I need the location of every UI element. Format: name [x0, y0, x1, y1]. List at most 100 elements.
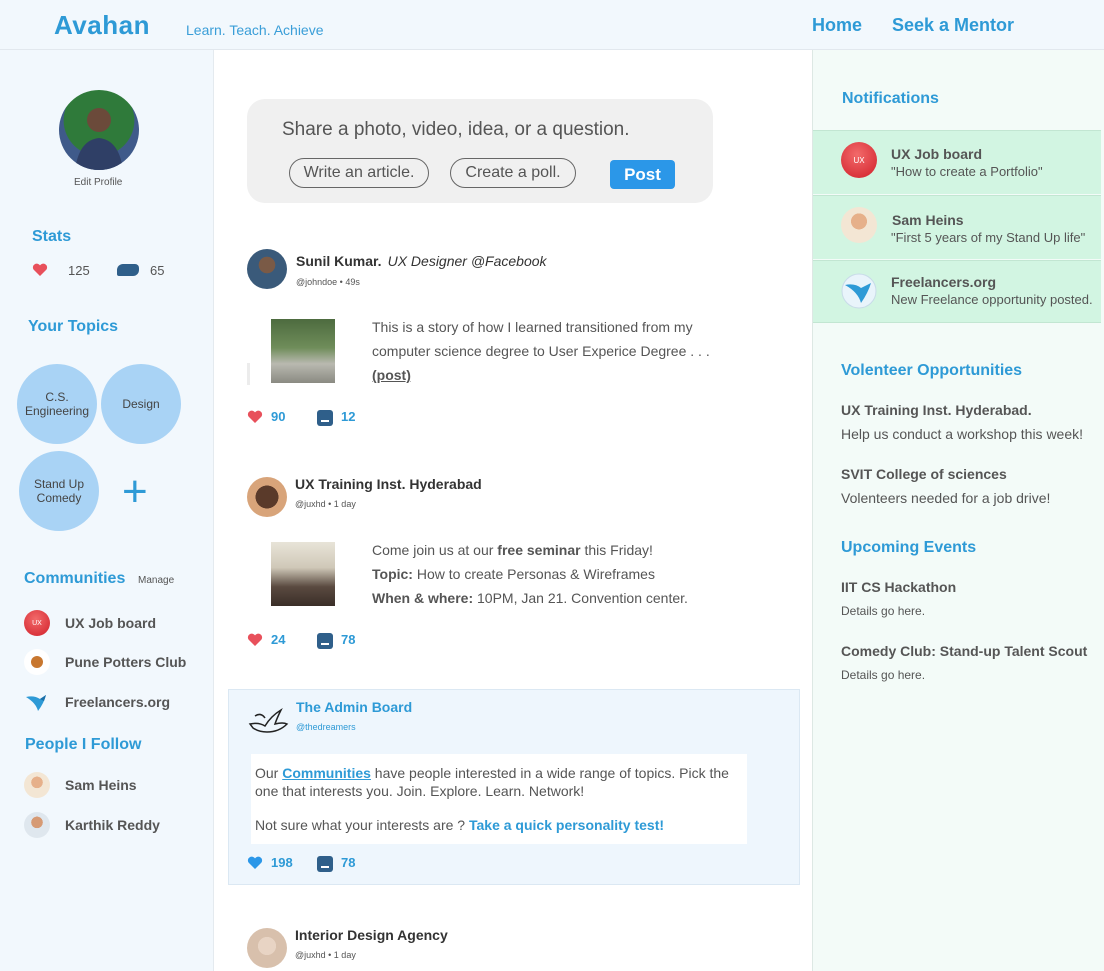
- heart-icon[interactable]: [247, 856, 263, 870]
- ux-logo-icon: UX: [841, 142, 877, 178]
- brand-logo[interactable]: Avahan: [54, 10, 150, 41]
- quote-bar: [247, 363, 250, 385]
- notification-title: Sam Heins: [892, 212, 964, 228]
- topic-label: Stand Up Comedy: [33, 477, 85, 505]
- community-item-pune-potters-club[interactable]: Pune Potters Club: [24, 648, 186, 676]
- followed-person-sam-heins[interactable]: Sam Heins: [24, 771, 137, 799]
- when-label: When & where:: [372, 590, 474, 606]
- post-button[interactable]: Post: [610, 160, 675, 189]
- heart-icon[interactable]: [247, 410, 263, 424]
- post-text-bold: free seminar: [497, 542, 581, 558]
- topic-label: Design: [122, 397, 160, 411]
- message-text: Not sure what your interests are ?: [255, 817, 469, 833]
- heart-icon[interactable]: [247, 633, 263, 647]
- topic-bubble-design[interactable]: Design: [101, 364, 181, 444]
- person-label: Karthik Reddy: [65, 817, 160, 833]
- write-article-button[interactable]: Write an article.: [289, 158, 429, 188]
- community-label: UX Job board: [65, 615, 157, 631]
- like-count: 24: [271, 632, 286, 647]
- community-item-freelancers-org[interactable]: Freelancers.org: [24, 688, 170, 716]
- notification-subtitle: "First 5 years of my Stand Up life": [891, 230, 1086, 245]
- volunteer-opportunities-title: Volenteer Opportunities: [841, 362, 1023, 379]
- bird-logo-icon: [24, 689, 50, 715]
- message-text: Our: [255, 765, 283, 781]
- event-item-title[interactable]: IIT CS Hackathon: [841, 579, 956, 595]
- admin-message-text: Not sure what your interests are ? Take …: [255, 817, 664, 833]
- post-author[interactable]: The Admin Board: [296, 699, 412, 715]
- topic-bubble-stand-up-comedy[interactable]: Stand Up Comedy: [19, 451, 99, 531]
- avatar[interactable]: [247, 928, 287, 968]
- post-author[interactable]: UX Training Inst. Hyderabad: [295, 476, 482, 492]
- communities-link[interactable]: Communities: [282, 765, 371, 781]
- community-item-ux-job-board[interactable]: UX UX Job board: [24, 609, 156, 637]
- volunteer-item-desc: Help us conduct a workshop this week!: [841, 426, 1084, 442]
- add-topic-button[interactable]: +: [122, 470, 148, 514]
- nav-home-link[interactable]: Home: [812, 15, 862, 36]
- like-count: 198: [271, 855, 293, 870]
- avatar: [841, 207, 877, 243]
- like-count: 90: [271, 409, 286, 424]
- post-body: This is a story of how I learned transit…: [372, 315, 732, 387]
- create-poll-button[interactable]: Create a poll.: [450, 158, 576, 188]
- people-i-follow-title: People I Follow: [25, 736, 142, 753]
- admin-message-text: Our Communities have people interested i…: [255, 764, 743, 800]
- post-body: Come join us at our free seminar this Fr…: [372, 538, 752, 610]
- post-thumbnail[interactable]: [271, 319, 335, 383]
- ux-logo-text: UX: [853, 155, 865, 165]
- notification-title: UX Job board: [891, 146, 983, 162]
- dove-icon: [248, 708, 289, 733]
- comment-icon[interactable]: [317, 633, 333, 649]
- topic-label: Topic:: [372, 566, 413, 582]
- person-label: Sam Heins: [65, 777, 137, 793]
- followed-person-karthik-reddy[interactable]: Karthik Reddy: [24, 811, 160, 839]
- nav-seek-mentor-link[interactable]: Seek a Mentor: [892, 15, 1014, 36]
- comment-icon[interactable]: [317, 856, 333, 872]
- ux-logo-icon: UX: [24, 610, 50, 636]
- ux-logo-text: UX: [32, 619, 42, 627]
- community-label: Pune Potters Club: [65, 654, 187, 670]
- upcoming-events-title: Upcoming Events: [841, 539, 977, 556]
- profile-avatar[interactable]: [59, 90, 139, 170]
- volunteer-item-desc: Volenteers needed for a job drive!: [841, 490, 1051, 506]
- comment-count: 78: [341, 632, 356, 647]
- volunteer-item-title[interactable]: UX Training Inst. Hyderabad.: [841, 402, 1032, 418]
- comment-count: 12: [341, 409, 356, 424]
- post-author[interactable]: Interior Design Agency: [295, 927, 448, 943]
- avatar: [24, 812, 50, 838]
- stats-title: Stats: [32, 228, 72, 245]
- comment-icon[interactable]: [317, 410, 333, 426]
- avatar[interactable]: [247, 249, 287, 289]
- composer-prompt-input[interactable]: Share a photo, video, idea, or a questio…: [282, 119, 630, 141]
- post-text: Come join us at our: [372, 542, 498, 558]
- stats-likes-count: 125: [68, 263, 90, 278]
- read-post-link[interactable]: (post): [372, 367, 411, 383]
- post-text: This is a story of how I learned transit…: [372, 319, 710, 359]
- post-handle: @johndoe • 49s: [296, 277, 360, 287]
- person-photo-icon: [75, 108, 123, 170]
- comment-count: 78: [341, 855, 356, 870]
- notification-subtitle: "How to create a Portfolio": [891, 164, 1043, 179]
- comment-icon: [117, 264, 139, 276]
- volunteer-item-title[interactable]: SVIT College of sciences: [841, 466, 1007, 482]
- personality-test-link[interactable]: Take a quick personality test!: [469, 817, 664, 833]
- post-author[interactable]: Sunil Kumar. UX Designer @Facebook: [296, 253, 547, 269]
- notification-title: Freelancers.org: [891, 274, 997, 290]
- avatar[interactable]: [247, 477, 287, 517]
- post-thumbnail[interactable]: [271, 542, 335, 606]
- post-handle: @thedreamers: [296, 722, 356, 732]
- post-text: this Friday!: [580, 542, 653, 558]
- stats-comments-count: 65: [150, 263, 165, 278]
- manage-communities-link[interactable]: Manage: [138, 575, 174, 586]
- when-value: 10PM, Jan 21. Convention center.: [473, 590, 688, 606]
- bird-logo-icon: [841, 273, 877, 309]
- avatar: [24, 772, 50, 798]
- topic-bubble-cs-engineering[interactable]: C.S. Engineering: [17, 364, 97, 444]
- community-label: Freelancers.org: [65, 694, 171, 710]
- topic-value: How to create Personas & Wireframes: [412, 566, 655, 582]
- author-role: UX Designer @Facebook: [387, 253, 547, 269]
- event-item-title[interactable]: Comedy Club: Stand-up Talent Scout: [841, 643, 1087, 659]
- post-handle: @juxhd • 1 day: [295, 950, 356, 960]
- brand-tagline: Learn. Teach. Achieve: [186, 22, 324, 38]
- communities-title: Communities: [24, 570, 126, 587]
- edit-profile-link[interactable]: Edit Profile: [74, 177, 122, 188]
